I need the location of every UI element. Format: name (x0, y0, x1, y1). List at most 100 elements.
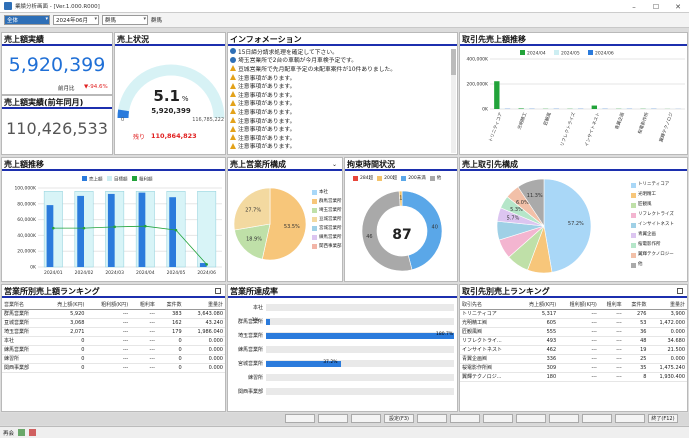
function-key-button[interactable] (549, 414, 579, 423)
function-key-button[interactable] (417, 414, 447, 423)
function-key-button[interactable] (450, 414, 480, 423)
alert-icon[interactable] (29, 429, 37, 436)
dept-label: 群馬 (151, 18, 163, 24)
info-scrollbar[interactable] (451, 49, 456, 153)
info-item[interactable]: 注意事項があります。 (230, 99, 455, 107)
table-row[interactable]: 桜電影作所㈱ 309 --- --- 35 1,475.240 (460, 363, 687, 373)
info-item[interactable]: 注意事項があります。 (230, 90, 455, 99)
function-key-button[interactable]: 終了(F12) (648, 414, 678, 423)
rate-track (266, 346, 454, 353)
table-row[interactable]: トリニティコア 5,317 --- --- 276 3,900 (460, 309, 687, 319)
function-key-button[interactable] (516, 414, 546, 423)
table-row[interactable]: 練馬営業所 0 --- --- 0 0.000 (2, 345, 225, 355)
table-row[interactable]: 関西事業部 0 --- --- 0 0.000 (2, 363, 225, 373)
table-cell: 0 (42, 363, 87, 373)
table-row[interactable]: 埼玉営業所 2,071 --- --- 179 1,986.040 (2, 327, 225, 337)
close-button[interactable]: ✕ (667, 0, 689, 13)
info-item[interactable]: 注意事項があります。 (230, 142, 455, 150)
function-key-button[interactable] (582, 414, 612, 423)
column-header[interactable]: 売上額(K円) (42, 300, 87, 310)
column-header[interactable]: 営業所名 (2, 300, 43, 310)
table-cell: --- (86, 354, 131, 364)
slice-label: 5.7% (507, 216, 520, 222)
table-cell: 1,930.400 (648, 372, 687, 382)
table-row[interactable]: 練習所 0 --- --- 0 0.000 (2, 354, 225, 364)
chevron-down-icon[interactable]: ⌄ (332, 161, 337, 168)
x-tick-label: 青翼企画 (613, 111, 626, 131)
info-item[interactable]: 注意事項があります。 (230, 73, 455, 82)
function-key-button[interactable] (615, 414, 645, 423)
y-tick-label: 400,000K (466, 57, 489, 63)
info-item[interactable]: 注意事項があります。 (230, 133, 455, 142)
table-cell: --- (86, 345, 131, 355)
table-row[interactable]: 光明精工㈱ 605 --- --- 53 1,472.000 (460, 318, 687, 328)
legend-item: 他 (429, 175, 441, 181)
function-key-button[interactable] (318, 414, 348, 423)
column-header[interactable]: 粗利率 (598, 300, 624, 310)
x-tick-label: 翼輝テクノロジ (657, 111, 674, 143)
legend-label: 宮城営業所 (319, 226, 342, 231)
legend-label: 匠観風 (638, 202, 652, 207)
column-header[interactable]: 粗利額(K円) (86, 300, 131, 310)
function-key-button[interactable]: 設定(F3) (384, 414, 414, 423)
column-header[interactable]: 案件数 (156, 300, 184, 310)
rate-bar (266, 332, 454, 339)
function-key-bar: 設定(F3) 終了(F12) (0, 413, 689, 425)
export-icon[interactable] (677, 288, 683, 294)
table-cell: --- (598, 336, 624, 346)
column-header[interactable]: 取引先名 (460, 300, 518, 310)
column-header[interactable]: 売上額(K円) (517, 300, 559, 310)
legend-swatch (631, 232, 636, 238)
pencil-icon[interactable] (18, 429, 26, 436)
warning-icon (230, 117, 236, 124)
column-header[interactable]: 案件数 (623, 300, 649, 310)
info-item[interactable]: 15日締分請求処理を確定して下さい。 (230, 47, 455, 56)
info-scroll-thumb[interactable] (451, 49, 456, 75)
legend-swatch (631, 212, 636, 218)
legend-swatch (631, 222, 636, 228)
export-icon[interactable] (215, 288, 221, 294)
legend-item: リフレクトライズ (631, 210, 674, 220)
function-key-button[interactable] (285, 414, 315, 423)
table-cell: 53 (623, 318, 649, 328)
table-row[interactable]: リフレクトライ... 493 --- --- 48 34.680 (460, 336, 687, 346)
table-cell: 練習所 (2, 354, 43, 364)
warning-icon (230, 82, 236, 89)
company-select[interactable]: 全体 ▾ (4, 15, 50, 25)
info-item[interactable]: 注意事項があります。 (230, 107, 455, 116)
table-cell: --- (130, 309, 157, 319)
info-item[interactable]: 注意事項があります。 (230, 116, 455, 125)
x-tick-label: リフレクトライズ (558, 111, 577, 148)
table-cell: 3,068 (42, 318, 87, 328)
x-tick-label: インサイトネスト (584, 112, 602, 148)
column-header[interactable]: 重量計 (183, 300, 225, 310)
column-header[interactable]: 重量計 (648, 300, 687, 310)
info-item[interactable]: 亘城営業所で先月配車予定の未配車案件が10件ありました。 (230, 64, 455, 73)
month-select[interactable]: 2024年06月 ▾ (53, 15, 99, 25)
minimize-button[interactable]: – (623, 0, 645, 13)
maximize-button[interactable]: ☐ (645, 0, 667, 13)
column-header[interactable]: 粗利率 (130, 300, 157, 310)
table-cell: --- (598, 372, 624, 382)
slice-label: 27.7% (245, 207, 261, 213)
table-cell: 1,472.000 (648, 318, 687, 328)
table-row[interactable]: インサイトネスト 462 --- --- 19 21.500 (460, 345, 687, 355)
info-item[interactable]: 注意事項があります。 (230, 124, 455, 133)
table-row[interactable]: 翼輝テクノロジ... 180 --- --- 8 1,930.400 (460, 372, 687, 382)
table-cell: 光明精工㈱ (460, 318, 518, 328)
client-comp-chart: 57.2%5.7%5.3%6.0%11.3% (496, 178, 592, 274)
table-row[interactable]: 匠観風㈱ 555 --- --- 36 0.000 (460, 327, 687, 337)
office-comp-panel: 売上営業所構成 ⌄ 53.5% 18.9% 27.7% 本社 群馬営業所 埼玉営業所 亘城… (227, 157, 343, 282)
table-row[interactable]: 本社 0 --- --- 0 0.000 (2, 336, 225, 346)
column-header[interactable]: 粗利額(K円) (558, 300, 599, 310)
table-cell: --- (130, 363, 157, 373)
table-row[interactable]: 群馬営業所 5,920 --- --- 383 3,643.080 (2, 309, 225, 319)
info-item[interactable]: 埼玉営業所で2台の車輌が今月車検予定です。 (230, 56, 455, 64)
legend-swatch (377, 175, 383, 181)
info-item[interactable]: 注意事項があります。 (230, 81, 455, 90)
function-key-button[interactable] (483, 414, 513, 423)
table-row[interactable]: 青翼企画㈱ 336 --- --- 25 0.000 (460, 354, 687, 364)
function-key-button[interactable] (351, 414, 381, 423)
dept-select[interactable]: 群馬 ▾ (102, 15, 148, 25)
table-row[interactable]: 亘城営業所 3,068 --- --- 162 43.240 (2, 318, 225, 328)
